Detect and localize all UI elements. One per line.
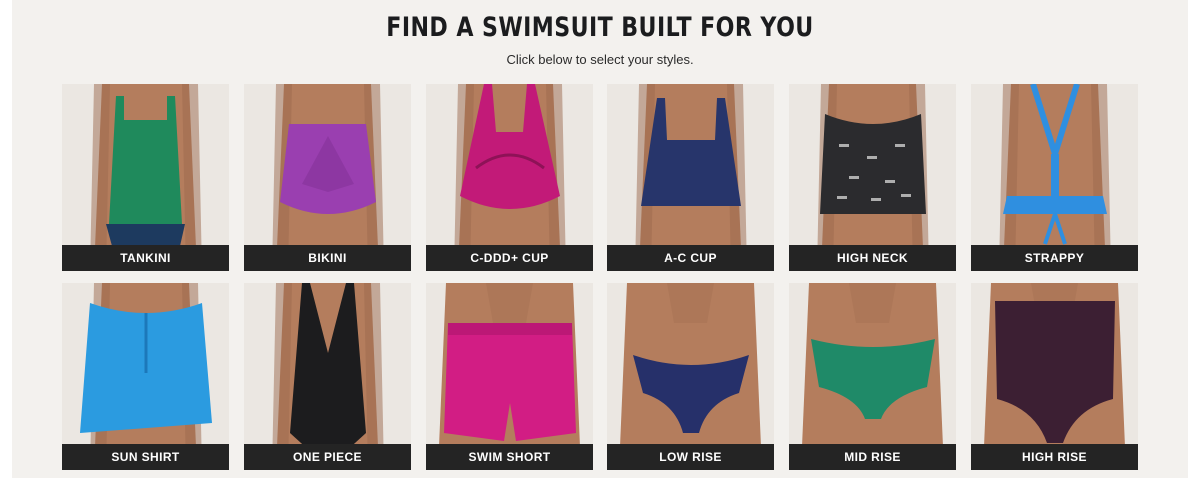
one-piece-photo: [244, 283, 411, 470]
style-label-high-neck: HIGH NECK: [789, 245, 956, 271]
sun-shirt-photo: [62, 283, 229, 470]
style-label-strappy: STRAPPY: [971, 245, 1138, 271]
style-label-low-rise: LOW RISE: [607, 444, 774, 470]
tankini-photo: [62, 84, 229, 271]
style-label-bikini: BIKINI: [244, 245, 411, 271]
style-label-mid-rise: MID RISE: [789, 444, 956, 470]
bikini-photo: [244, 84, 411, 271]
style-tile-swim-short[interactable]: SWIM SHORT: [426, 283, 593, 470]
style-label-high-rise: HIGH RISE: [971, 444, 1138, 470]
page-subtitle: Click below to select your styles.: [506, 52, 694, 67]
style-tile-mid-rise[interactable]: MID RISE: [789, 283, 956, 470]
style-tile-c-ddd-cup[interactable]: C-DDD+ CUP: [426, 84, 593, 271]
style-label-c-ddd-cup: C-DDD+ CUP: [426, 245, 593, 271]
style-tile-low-rise[interactable]: LOW RISE: [607, 283, 774, 470]
style-label-one-piece: ONE PIECE: [244, 444, 411, 470]
style-label-swim-short: SWIM SHORT: [426, 444, 593, 470]
style-tile-sun-shirt[interactable]: SUN SHIRT: [62, 283, 229, 470]
c-ddd-cup-photo: [426, 84, 593, 271]
style-tile-high-rise[interactable]: HIGH RISE: [971, 283, 1138, 470]
mid-rise-photo: [789, 283, 956, 470]
strappy-photo: [971, 84, 1138, 271]
page-title: FIND A SWIMSUIT BUILT FOR YOU: [386, 12, 814, 43]
a-c-cup-photo: [607, 84, 774, 271]
swim-short-photo: [426, 283, 593, 470]
style-tile-tankini[interactable]: TANKINI: [62, 84, 229, 271]
style-tile-bikini[interactable]: BIKINI: [244, 84, 411, 271]
style-label-a-c-cup: A-C CUP: [607, 245, 774, 271]
style-tile-one-piece[interactable]: ONE PIECE: [244, 283, 411, 470]
style-tile-high-neck[interactable]: HIGH NECK: [789, 84, 956, 271]
style-tile-a-c-cup[interactable]: A-C CUP: [607, 84, 774, 271]
high-rise-photo: [971, 283, 1138, 470]
high-neck-photo: [789, 84, 956, 271]
style-label-tankini: TANKINI: [62, 245, 229, 271]
style-label-sun-shirt: SUN SHIRT: [62, 444, 229, 470]
low-rise-photo: [607, 283, 774, 470]
style-tile-strappy[interactable]: STRAPPY: [971, 84, 1138, 271]
